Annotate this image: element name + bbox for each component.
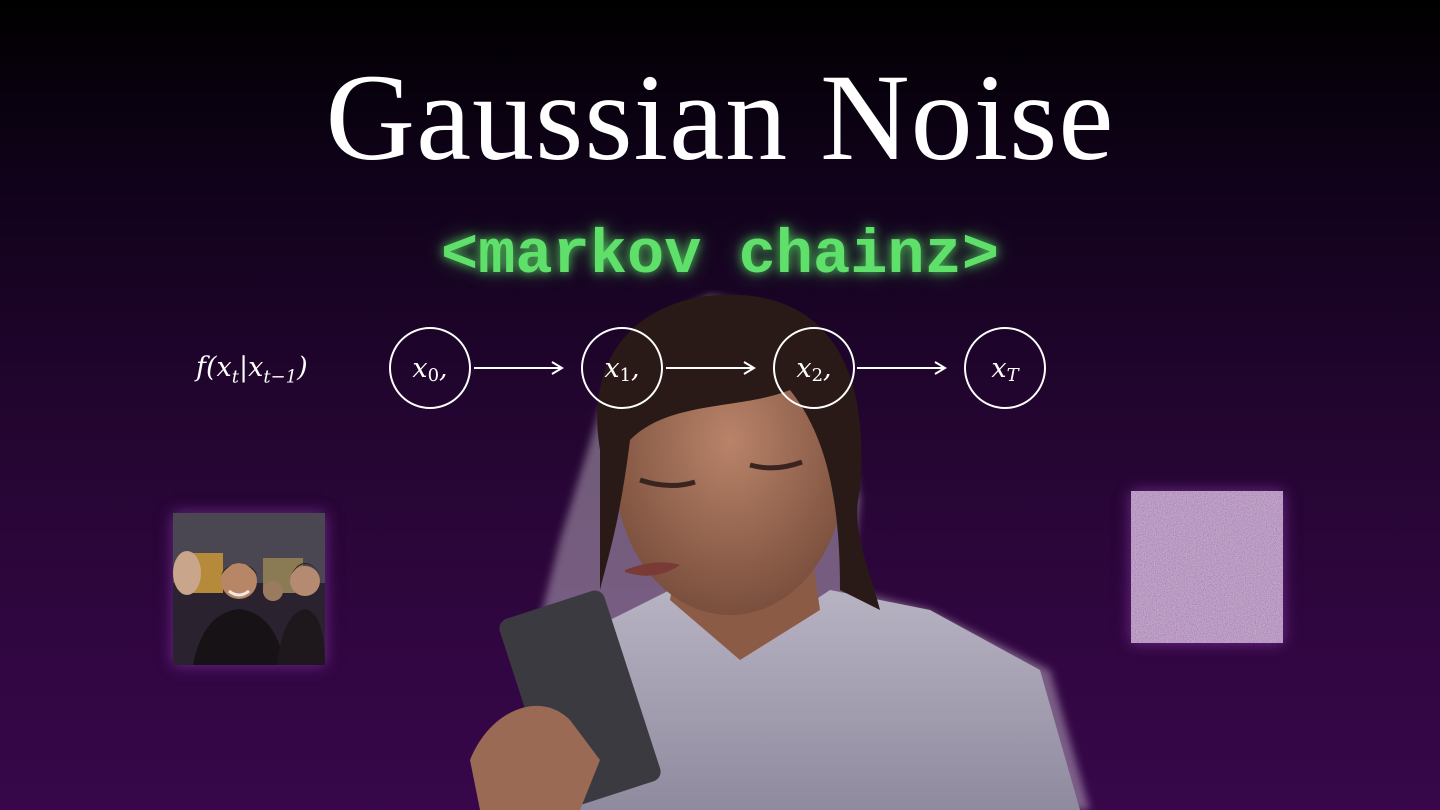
node-sub: 2 xyxy=(811,364,824,386)
formula-sub-t-minus-1: t−1 xyxy=(263,366,298,388)
formula-sub-t: t xyxy=(231,366,239,388)
chain-arrow-3 xyxy=(857,361,947,375)
chain-arrow-2 xyxy=(666,361,756,375)
formula-f: f xyxy=(196,352,206,383)
node-var: x xyxy=(604,352,620,384)
clean-image-thumbnail xyxy=(173,513,325,665)
node-var: x xyxy=(412,352,428,384)
node-sub: T xyxy=(1006,364,1019,386)
chain-node-x0: x0, xyxy=(389,327,471,409)
formula-bar: |x xyxy=(239,352,264,383)
noisy-image-thumbnail xyxy=(1131,491,1283,643)
node-sub: 0 xyxy=(427,364,440,386)
slide-subtitle: <markov chainz> xyxy=(440,220,1000,291)
node-var: x xyxy=(796,352,812,384)
chain-node-x2: x2, xyxy=(773,327,855,409)
node-suffix: , xyxy=(631,352,640,384)
transition-formula: f(xt|xt−1) xyxy=(196,348,308,397)
slide-title: Gaussian Noise xyxy=(325,49,1115,186)
chain-node-xT: xT xyxy=(964,327,1046,409)
node-var: x xyxy=(991,352,1007,384)
node-suffix: , xyxy=(823,352,832,384)
node-sub: 1 xyxy=(619,364,632,386)
formula-close: ) xyxy=(297,352,308,383)
formula-open: (x xyxy=(206,352,232,383)
node-suffix: , xyxy=(439,352,448,384)
chain-arrow-1 xyxy=(474,361,564,375)
chain-node-x1: x1, xyxy=(581,327,663,409)
